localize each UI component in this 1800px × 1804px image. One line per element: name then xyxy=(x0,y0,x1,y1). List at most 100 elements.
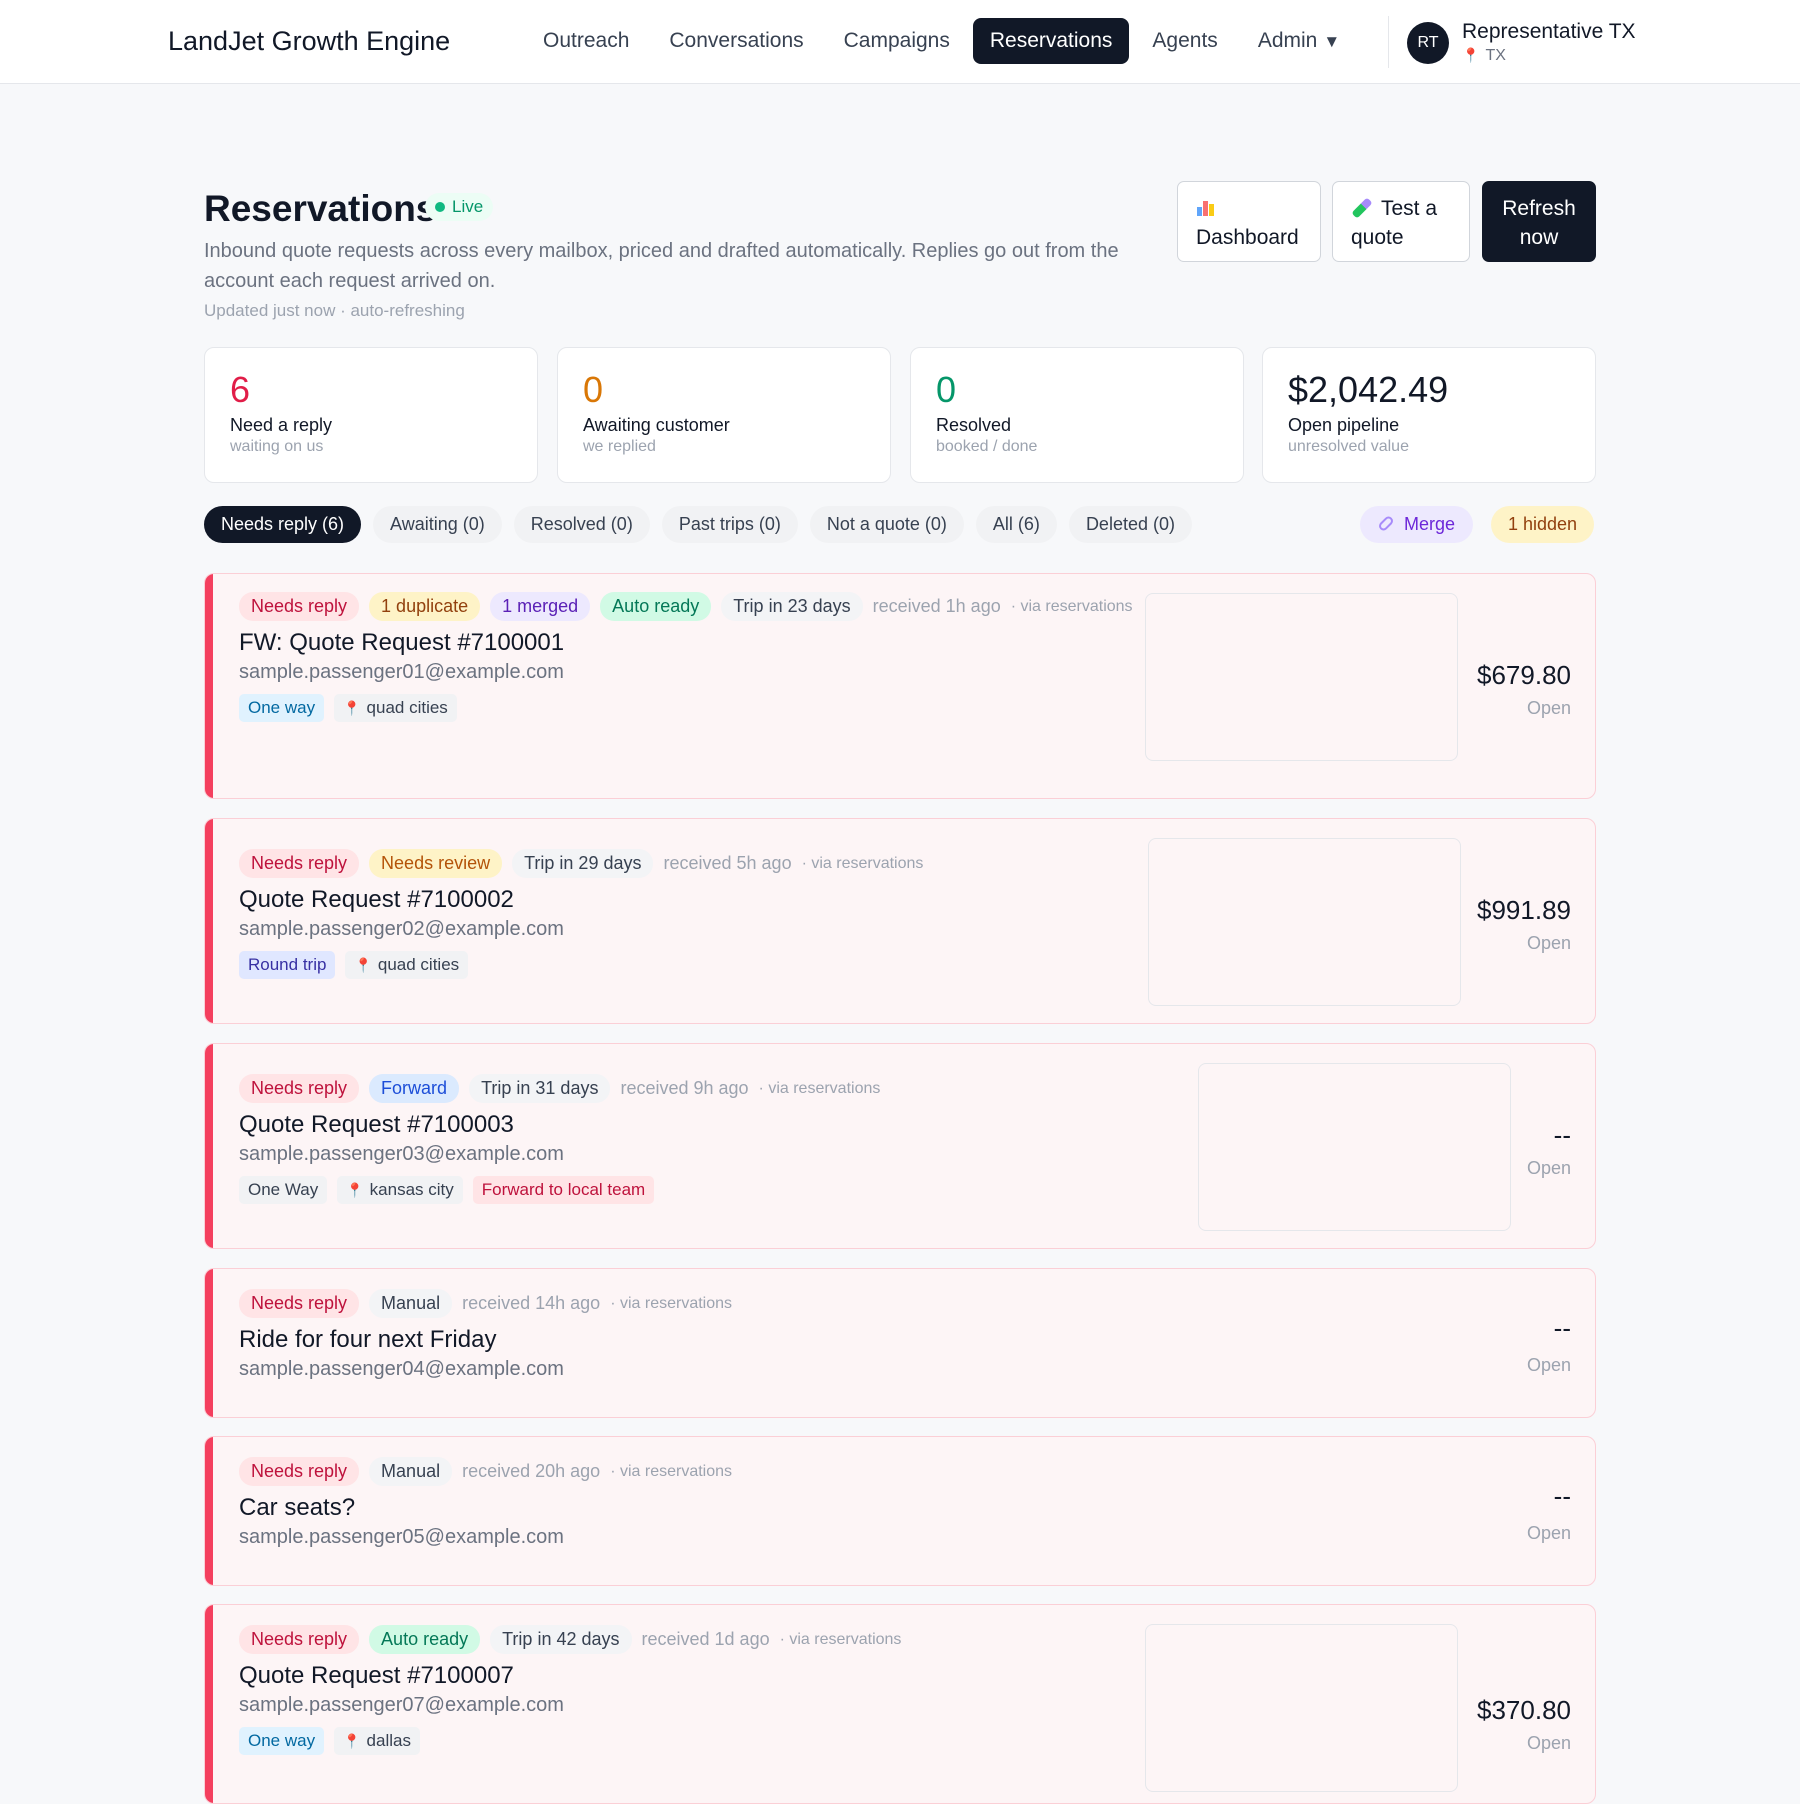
bar-chart-icon xyxy=(1196,197,1216,217)
card-body: Needs reply 1 duplicate 1 merged Auto re… xyxy=(239,592,1215,722)
status-badge: Needs reply xyxy=(239,1289,360,1318)
tab-resolved[interactable]: Resolved (0) xyxy=(513,506,650,543)
page-subtitle: Inbound quote requests across every mail… xyxy=(204,240,1119,292)
nav-divider xyxy=(1388,16,1389,68)
tab-deleted[interactable]: Deleted (0) xyxy=(1068,506,1192,543)
tab-all[interactable]: All (6) xyxy=(975,506,1057,543)
card-tags: Round trip 📍 quad cities xyxy=(239,951,1135,979)
location-tag-text: quad cities xyxy=(377,955,460,974)
reservation-card[interactable]: Needs reply Needs review Trip in 29 days… xyxy=(204,818,1596,1024)
test-quote-button[interactable]: Test a quote xyxy=(1332,181,1470,262)
card-title[interactable]: FW: Quote Request #7100001 xyxy=(239,629,1215,657)
card-email: sample.passenger02@example.com xyxy=(239,918,564,940)
merge-button[interactable]: Merge xyxy=(1360,506,1474,543)
refresh-now-button[interactable]: Refresh now xyxy=(1482,181,1596,262)
stat-value: 0 xyxy=(936,369,957,410)
hidden-count-button[interactable]: 1 hidden xyxy=(1491,506,1595,543)
user-location-text: TX xyxy=(1485,47,1506,64)
location-pin-icon: 📍 xyxy=(346,1182,364,1198)
trip-date-badge: Trip in 42 days xyxy=(490,1625,632,1654)
card-status: Open xyxy=(1526,1158,1571,1178)
card-title[interactable]: Quote Request #7100002 xyxy=(239,886,1135,914)
tab-past-trips[interactable]: Past trips (0) xyxy=(661,506,798,543)
reservation-card[interactable]: Needs reply Auto ready Trip in 42 days r… xyxy=(204,1604,1596,1804)
forward-local-tag: Forward to local team xyxy=(472,1176,655,1204)
avatar[interactable]: RT xyxy=(1407,22,1449,64)
stat-card-need-reply: 6 Need a reply waiting on us xyxy=(204,347,538,483)
draft-preview[interactable] xyxy=(1145,1624,1458,1792)
trip-type-tag: Round trip xyxy=(239,951,336,979)
draft-preview[interactable] xyxy=(1145,593,1458,761)
location-tag-text: dallas xyxy=(366,1731,411,1750)
via-mailbox: · via reservations xyxy=(758,1079,881,1097)
card-email: sample.passenger07@example.com xyxy=(239,1694,564,1716)
received-time: received 14h ago xyxy=(462,1293,601,1313)
stat-value: $2,042.49 xyxy=(1288,369,1449,410)
stat-value: 0 xyxy=(583,369,604,410)
brand-logo[interactable]: LandJet Growth Engine xyxy=(168,26,450,57)
nav-campaigns[interactable]: Campaigns xyxy=(827,18,967,64)
location-tag: 📍 quad cities xyxy=(345,951,469,979)
stat-sublabel: unresolved value xyxy=(1288,438,1409,455)
live-badge: Live xyxy=(425,193,494,221)
manual-badge: Manual xyxy=(369,1457,453,1486)
card-email: sample.passenger04@example.com xyxy=(239,1358,564,1380)
card-title[interactable]: Car seats? xyxy=(239,1494,1135,1522)
card-body: Needs reply Manual received 20h ago · vi… xyxy=(239,1457,1135,1549)
status-badge: Needs reply xyxy=(239,592,360,621)
received-time: received 1h ago xyxy=(872,596,1001,616)
tab-not-a-quote[interactable]: Not a quote (0) xyxy=(809,506,964,543)
link-icon xyxy=(1377,514,1395,533)
nav-conversations[interactable]: Conversations xyxy=(652,18,820,64)
reservation-card[interactable]: Needs reply Manual received 14h ago · vi… xyxy=(204,1268,1596,1418)
card-title[interactable]: Ride for four next Friday xyxy=(239,1326,1135,1354)
card-title[interactable]: Quote Request #7100003 xyxy=(239,1111,1135,1139)
reservation-card[interactable]: Needs reply Manual received 20h ago · vi… xyxy=(204,1436,1596,1586)
status-badge: Needs reply xyxy=(239,1074,360,1103)
card-badges: Needs reply Needs review Trip in 29 days… xyxy=(239,849,1135,878)
received-time: received 5h ago xyxy=(663,853,792,873)
quote-price: -- xyxy=(1553,1313,1571,1343)
reservation-card[interactable]: Needs reply 1 duplicate 1 merged Auto re… xyxy=(204,573,1596,799)
nav-reservations[interactable]: Reservations xyxy=(972,18,1130,64)
card-status: Open xyxy=(1526,698,1571,718)
location-tag: 📍 kansas city xyxy=(337,1176,463,1204)
status-badge: Needs reply xyxy=(239,849,360,878)
card-tags: One way 📍 quad cities xyxy=(239,694,1215,722)
reservation-card[interactable]: Needs reply Forward Trip in 31 days rece… xyxy=(204,1043,1596,1249)
quote-price: -- xyxy=(1553,1481,1571,1511)
nav-admin-dropdown[interactable]: Admin ▼ xyxy=(1241,18,1357,64)
card-title[interactable]: Quote Request #7100007 xyxy=(239,1662,1135,1690)
main-nav: Outreach Conversations Campaigns Reserva… xyxy=(526,18,1357,64)
nav-outreach[interactable]: Outreach xyxy=(526,18,646,64)
nav-agents[interactable]: Agents xyxy=(1135,18,1234,64)
tab-needs-reply[interactable]: Needs reply (6) xyxy=(204,506,362,543)
received-time: received 1d ago xyxy=(641,1629,770,1649)
card-status: Open xyxy=(1526,1733,1571,1753)
draft-preview[interactable] xyxy=(1198,1063,1511,1231)
status-badge: Needs reply xyxy=(239,1625,360,1654)
card-body: Needs reply Auto ready Trip in 42 days r… xyxy=(239,1625,1135,1755)
quote-price: -- xyxy=(1553,1120,1571,1150)
tab-awaiting[interactable]: Awaiting (0) xyxy=(373,506,502,543)
stat-card-open-pipeline: $2,042.49 Open pipeline unresolved value xyxy=(1262,347,1596,483)
quote-price: $991.89 xyxy=(1477,895,1571,925)
stat-sublabel: booked / done xyxy=(936,438,1038,455)
via-mailbox: · via reservations xyxy=(779,1630,902,1648)
card-badges: Needs reply 1 duplicate 1 merged Auto re… xyxy=(239,592,1215,621)
user-name: Representative TX xyxy=(1462,20,1636,43)
filter-tabs: Needs reply (6) Awaiting (0) Resolved (0… xyxy=(204,506,1192,543)
user-location: 📍 TX xyxy=(1462,47,1506,65)
draft-preview[interactable] xyxy=(1148,838,1461,1006)
stat-sublabel: we replied xyxy=(583,438,656,455)
dashboard-button[interactable]: Dashboard xyxy=(1177,181,1321,262)
location-tag-text: kansas city xyxy=(369,1180,454,1199)
location-pin-icon: 📍 xyxy=(343,1733,361,1749)
stat-label: Awaiting customer xyxy=(583,415,730,435)
card-email: sample.passenger01@example.com xyxy=(239,661,564,683)
trip-date-badge: Trip in 23 days xyxy=(721,592,863,621)
received-time: received 20h ago xyxy=(462,1461,601,1481)
stat-label: Resolved xyxy=(936,415,1012,435)
trip-date-badge: Trip in 29 days xyxy=(512,849,654,878)
trip-type-tag: One way xyxy=(239,1727,325,1755)
